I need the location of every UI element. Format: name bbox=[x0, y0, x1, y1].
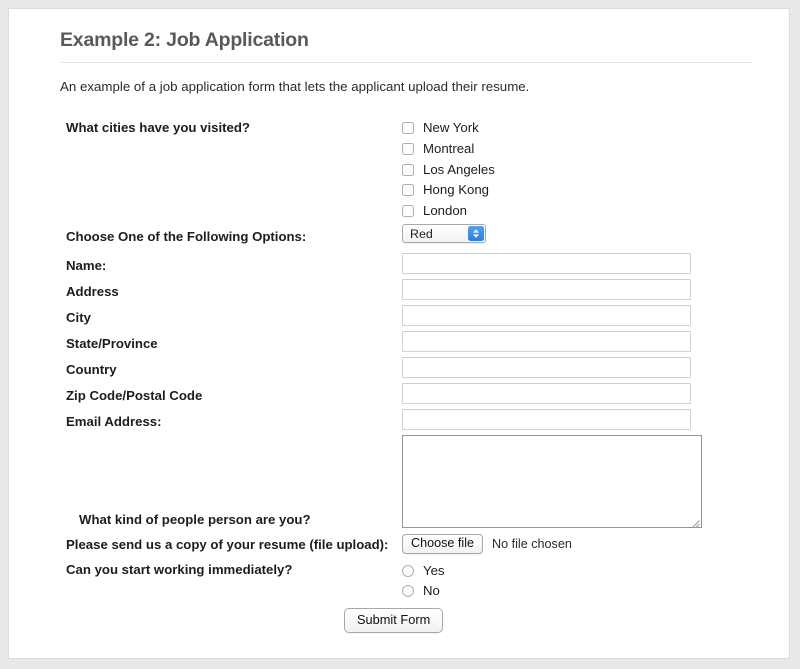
options-select-label: Choose One of the Following Options: bbox=[66, 229, 307, 245]
field-row-cities: What cities have you visited? New York M… bbox=[66, 118, 753, 221]
address-control bbox=[402, 279, 753, 301]
field-row-email-address: Email Address: bbox=[66, 409, 753, 431]
email-address-control bbox=[402, 409, 753, 431]
radio-row-no[interactable]: No bbox=[402, 581, 753, 602]
checkbox-row-new-york[interactable]: New York bbox=[402, 118, 753, 139]
page-description: An example of a job application form tha… bbox=[60, 79, 530, 94]
resume-upload-control: Choose file No file chosen bbox=[402, 534, 753, 555]
zip-code-label: Zip Code/Postal Code bbox=[66, 388, 203, 404]
city-label: City bbox=[66, 310, 91, 326]
field-row-state-province: State/Province bbox=[66, 331, 753, 353]
cities-label: What cities have you visited? bbox=[66, 120, 250, 135]
checkbox-new-york[interactable] bbox=[402, 122, 414, 135]
field-row-country: Country bbox=[66, 357, 753, 379]
radio-no[interactable] bbox=[402, 585, 414, 598]
checkbox-london[interactable] bbox=[402, 205, 414, 218]
radio-yes[interactable] bbox=[402, 564, 414, 577]
city-control bbox=[402, 305, 753, 327]
checkbox-row-montreal[interactable]: Montreal bbox=[402, 139, 753, 160]
submit-row: Submit Form bbox=[66, 608, 753, 634]
checkbox-row-los-angeles[interactable]: Los Angeles bbox=[402, 159, 753, 180]
checkbox-montreal[interactable] bbox=[402, 143, 414, 156]
checkbox-row-hong-kong[interactable]: Hong Kong bbox=[402, 180, 753, 201]
start-immediately-label: Can you start working immediately? bbox=[66, 562, 293, 578]
email-address-input[interactable] bbox=[402, 409, 691, 431]
state-province-control bbox=[402, 331, 753, 353]
address-label: Address bbox=[66, 284, 119, 300]
name-control bbox=[402, 253, 753, 275]
checkbox-hong-kong[interactable] bbox=[402, 184, 414, 197]
resume-upload-label: Please send us a copy of your resume (fi… bbox=[66, 537, 389, 553]
state-province-label: State/Province bbox=[66, 336, 158, 352]
people-person-control bbox=[402, 435, 753, 529]
form-document: Example 2: Job Application An example of… bbox=[53, 27, 753, 634]
chevron-up-down-icon[interactable] bbox=[468, 226, 484, 242]
country-label: Country bbox=[66, 362, 117, 378]
zip-code-input[interactable] bbox=[402, 383, 691, 405]
checkbox-label-los-angeles[interactable]: Los Angeles bbox=[423, 162, 495, 178]
people-person-textarea[interactable] bbox=[402, 435, 702, 529]
city-input[interactable] bbox=[402, 305, 691, 327]
email-address-label: Email Address: bbox=[66, 414, 162, 430]
resize-handle-icon[interactable] bbox=[689, 515, 700, 529]
field-row-options-select: Choose One of the Following Options: Red bbox=[66, 224, 753, 248]
field-row-start-immediately: Can you start working immediately? Yes N… bbox=[66, 560, 753, 601]
field-row-city: City bbox=[66, 305, 753, 327]
radio-row-yes[interactable]: Yes bbox=[402, 560, 753, 581]
zip-code-control bbox=[402, 383, 753, 405]
field-row-people-person: What kind of people person are you? bbox=[66, 435, 753, 529]
job-application-form: What cities have you visited? New York M… bbox=[53, 118, 753, 634]
submit-spacer bbox=[79, 608, 344, 633]
checkbox-label-new-york[interactable]: New York bbox=[423, 120, 479, 136]
radio-label-no[interactable]: No bbox=[423, 583, 440, 599]
page-title: Example 2: Job Application bbox=[60, 29, 309, 51]
options-select-control: Red bbox=[402, 224, 753, 248]
options-select-value: Red bbox=[410, 227, 433, 242]
field-row-zip-code: Zip Code/Postal Code bbox=[66, 383, 753, 405]
field-row-resume-upload: Please send us a copy of your resume (fi… bbox=[66, 534, 753, 555]
people-person-label: What kind of people person are you? bbox=[79, 512, 311, 528]
checkbox-los-angeles[interactable] bbox=[402, 163, 414, 176]
state-province-input[interactable] bbox=[402, 331, 691, 353]
start-immediately-radio-group: Yes No bbox=[402, 560, 753, 601]
address-input[interactable] bbox=[402, 279, 691, 301]
name-input[interactable] bbox=[402, 253, 691, 275]
page-canvas: Example 2: Job Application An example of… bbox=[8, 8, 790, 659]
country-control bbox=[402, 357, 753, 379]
radio-label-yes[interactable]: Yes bbox=[423, 563, 445, 579]
cities-checkbox-group: New York Montreal Los Angeles Hong Kong bbox=[402, 118, 753, 221]
checkbox-label-montreal[interactable]: Montreal bbox=[423, 141, 474, 157]
checkbox-label-hong-kong[interactable]: Hong Kong bbox=[423, 182, 489, 198]
file-input[interactable]: Choose file No file chosen bbox=[402, 534, 753, 555]
field-row-name: Name: bbox=[66, 253, 753, 275]
submit-form-button[interactable]: Submit Form bbox=[344, 608, 444, 634]
options-select[interactable]: Red bbox=[402, 224, 486, 244]
people-person-textarea-wrap bbox=[402, 435, 753, 529]
name-label: Name: bbox=[66, 258, 107, 274]
file-status-text: No file chosen bbox=[492, 536, 572, 551]
field-row-address: Address bbox=[66, 279, 753, 301]
checkbox-label-london[interactable]: London bbox=[423, 203, 467, 219]
choose-file-button[interactable]: Choose file bbox=[402, 534, 484, 555]
country-input[interactable] bbox=[402, 357, 691, 379]
checkbox-row-london[interactable]: London bbox=[402, 201, 753, 222]
